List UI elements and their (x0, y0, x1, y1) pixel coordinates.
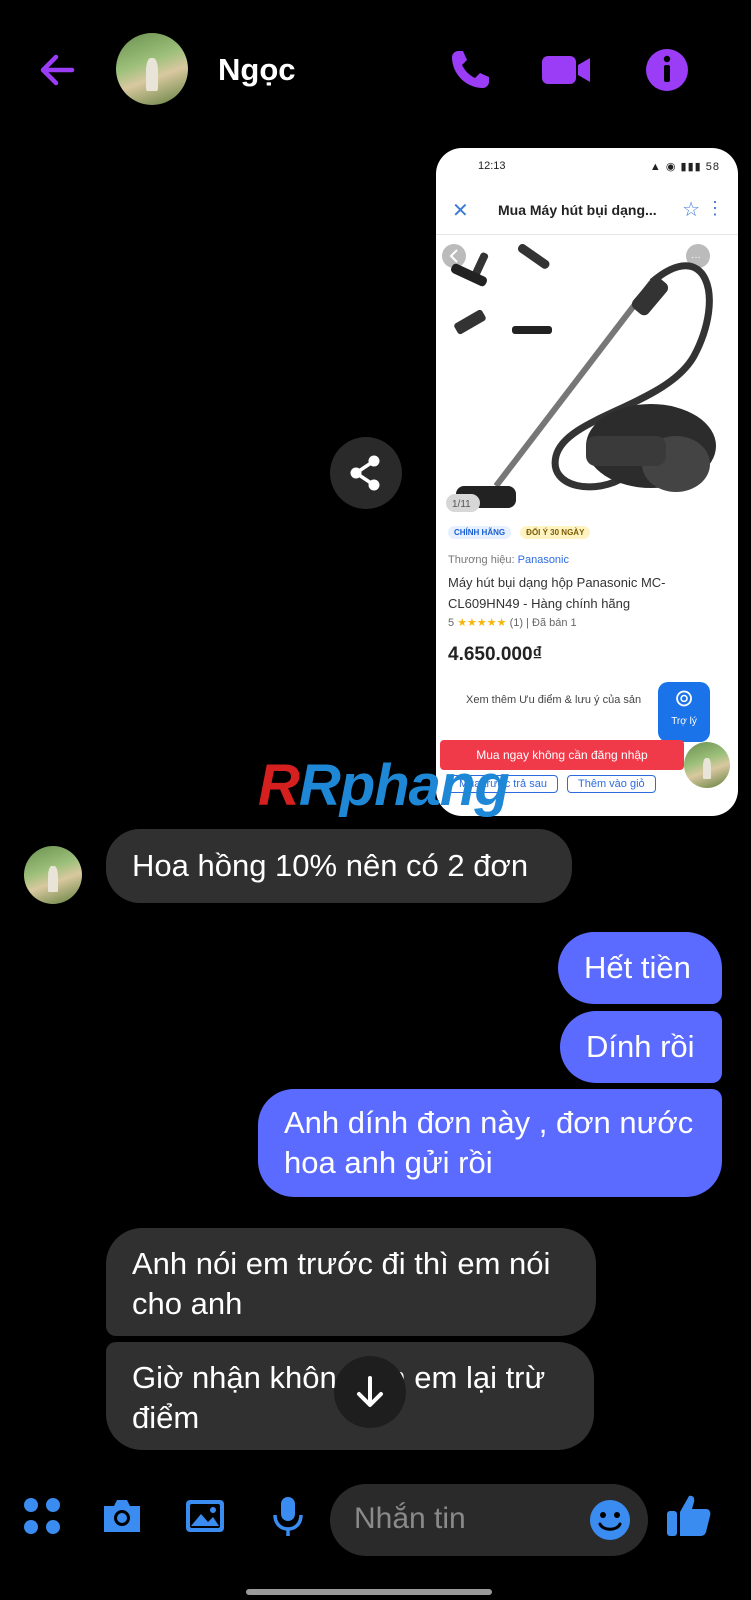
phone-status-bar: 12:13 ▲ ◉ ▮▮▮ 58 (436, 148, 738, 188)
status-time: 12:13 (478, 160, 506, 172)
phone-icon[interactable] (446, 46, 494, 94)
product-brand: Thương hiệu: Panasonic (448, 554, 569, 566)
svg-text:···: ··· (691, 252, 701, 263)
home-indicator (246, 1589, 492, 1595)
info-icon[interactable] (643, 46, 691, 94)
product-page-title: Mua Máy hút bụi dạng... (498, 202, 657, 218)
product-price: 4.650.000₫ (448, 644, 543, 665)
image-icon[interactable] (183, 1494, 227, 1538)
message-input[interactable]: Nhắn tin (330, 1484, 648, 1556)
product-page-topbar: ✕ Mua Máy hút bụi dạng... ☆ ⋮ (436, 188, 738, 235)
share-button[interactable] (330, 437, 402, 509)
product-rating: 5 ★★★★★ (1) | Đã bán 1 (448, 617, 577, 629)
arrow-down-icon (357, 1376, 383, 1407)
scroll-to-bottom-button[interactable] (334, 1356, 406, 1428)
sender-avatar[interactable] (24, 846, 82, 904)
message-incoming[interactable]: Anh nói em trước đi thì em nói cho anh (106, 1228, 596, 1336)
message-outgoing[interactable]: Hết tiền (558, 932, 722, 1004)
message-outgoing[interactable]: Dính rồi (560, 1011, 722, 1083)
watermark-logo: RRphang (258, 753, 510, 818)
close-icon: ✕ (452, 200, 469, 222)
badge-genuine: CHÍNH HÃNG (448, 526, 512, 539)
product-name: Máy hút bụi dạng hộp Panasonic MC-CL609H… (448, 575, 666, 611)
contact-avatar[interactable] (116, 33, 188, 105)
status-battery: ▲ ◉ ▮▮▮ 58 (649, 161, 720, 173)
image-counter: 1/11 (452, 499, 471, 510)
grid-dots-icon[interactable] (20, 1494, 64, 1538)
back-arrow-icon[interactable] (36, 48, 80, 92)
contact-name[interactable]: Ngọc (218, 52, 296, 88)
shared-image-message[interactable]: 12:13 ▲ ◉ ▮▮▮ 58 ✕ Mua Máy hút bụi dạng.… (436, 148, 738, 816)
message-incoming[interactable]: Hoa hồng 10% nên có 2 đơn (106, 829, 572, 903)
message-outgoing[interactable]: Anh dính đơn này , đơn nước hoa anh gửi … (258, 1089, 722, 1197)
badge-return: ĐỔI Ý 30 NGÀY (520, 526, 591, 539)
assistant-button: ⊚ Trợ lý (658, 682, 710, 742)
emoji-icon[interactable] (588, 1498, 632, 1542)
star-icon: ☆ (682, 199, 700, 221)
thumbs-up-icon[interactable] (664, 1490, 714, 1540)
video-camera-icon[interactable] (540, 46, 592, 94)
product-badges: CHÍNH HÃNG ĐỔI Ý 30 NGÀY (448, 526, 728, 539)
message-input-placeholder: Nhắn tin (354, 1502, 466, 1535)
more-vertical-icon: ⋮ (706, 198, 724, 218)
camera-icon[interactable] (100, 1494, 144, 1538)
microphone-icon[interactable] (266, 1494, 310, 1538)
more-info-link: Xem thêm Ưu điểm & lưu ý của sản (466, 694, 642, 706)
share-icon (350, 455, 380, 491)
watermark-text: Rphang (298, 753, 510, 818)
